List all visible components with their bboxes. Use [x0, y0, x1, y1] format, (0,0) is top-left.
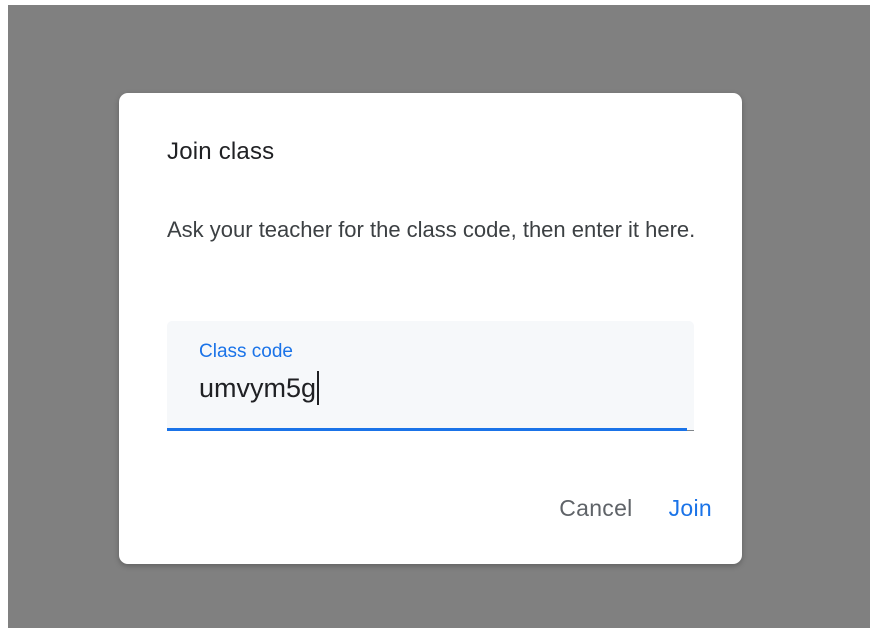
class-code-value: umvym5g: [199, 372, 317, 403]
class-code-input[interactable]: umvym5g: [199, 371, 320, 405]
class-code-field[interactable]: Class code umvym5g: [167, 321, 694, 431]
dialog-description: Ask your teacher for the class code, the…: [167, 217, 696, 242]
dialog-title: Join class: [167, 138, 275, 165]
text-cursor: [317, 371, 320, 405]
join-button[interactable]: Join: [657, 489, 712, 528]
field-focus-underline: [167, 428, 687, 431]
field-underline: [687, 430, 694, 431]
class-code-label: Class code: [199, 341, 293, 362]
join-class-dialog: Join class Ask your teacher for the clas…: [119, 93, 742, 564]
cancel-button[interactable]: Cancel: [547, 489, 644, 528]
dialog-actions: Cancel Join: [547, 489, 712, 528]
